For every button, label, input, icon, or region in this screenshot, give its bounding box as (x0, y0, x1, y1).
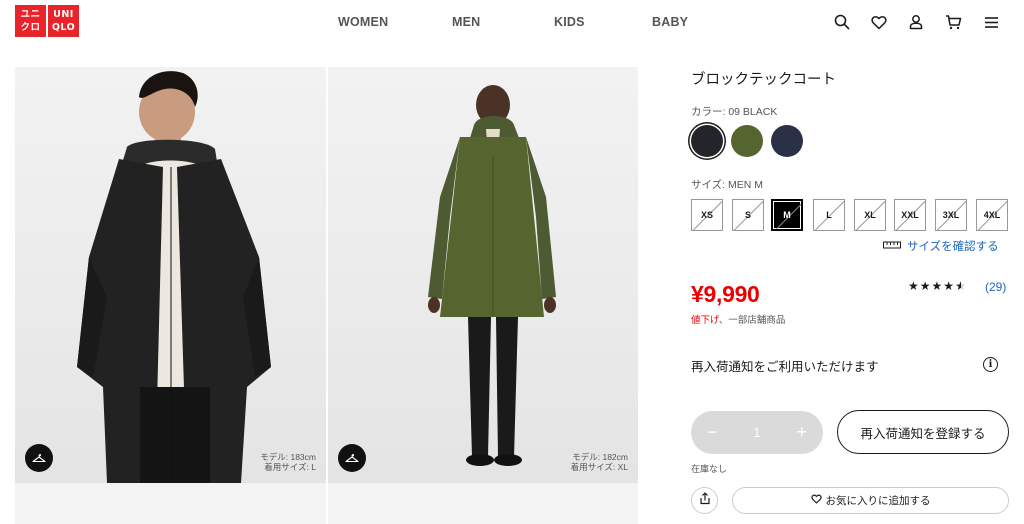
model-height: モデル: 182cm (572, 452, 628, 462)
rating-star: ★ (908, 279, 920, 293)
discount-tag: 値下げ (691, 315, 719, 326)
size-option-xs[interactable]: XS (691, 199, 723, 231)
model-info: モデル: 182cm 着用サイズ: XL (571, 452, 628, 472)
size-option-label: 3XL (942, 210, 960, 220)
model-size: 着用サイズ: XL (570, 462, 628, 472)
share-button[interactable] (691, 487, 718, 514)
product-image-3-partial[interactable] (15, 483, 326, 524)
size-option-label: S (744, 210, 751, 220)
model-figure-olive-coat (428, 85, 556, 466)
size-option-s[interactable]: S (732, 199, 764, 231)
size-option-l[interactable]: L (813, 199, 845, 231)
nav-women[interactable]: WOMEN (338, 15, 388, 29)
product-image-1[interactable]: モデル: 183cm 着用サイズ: L (15, 67, 326, 483)
size-option-3xl[interactable]: 3XL (935, 199, 967, 231)
color-swatch-olive[interactable] (731, 125, 763, 157)
size-option-m[interactable]: M (771, 199, 803, 231)
rating-stars: ★★★★★ (908, 279, 967, 293)
product-image-4-partial[interactable] (328, 483, 638, 524)
size-option-4xl[interactable]: 4XL (976, 199, 1008, 231)
restock-notice: 再入荷通知をご利用いただけます (691, 360, 879, 374)
favorite-label: お気に入りに追加する (825, 495, 931, 507)
nav-men[interactable]: MEN (452, 15, 480, 29)
search-icon[interactable] (832, 12, 852, 32)
discount-rest: 、一部店舗商品 (718, 315, 786, 326)
rating-star: ★ (919, 279, 932, 293)
hanger-icon[interactable] (25, 444, 53, 472)
model-size: 着用サイズ: L (264, 462, 316, 472)
size-option-label: XL (864, 210, 876, 220)
user-icon[interactable] (906, 12, 926, 32)
model-figure-black-coat (77, 71, 271, 483)
quantity-stepper: − 1 + (691, 411, 823, 454)
product-image-2[interactable]: モデル: 182cm 着用サイズ: XL (328, 67, 638, 483)
size-option-label: XXL (901, 210, 919, 220)
quantity-increment-button[interactable]: + (796, 422, 807, 443)
add-to-favorites-button[interactable]: お気に入りに追加する (732, 487, 1009, 514)
size-option-label: L (826, 210, 832, 220)
rating-star: ★ (955, 279, 967, 293)
hanger-icon[interactable] (338, 444, 366, 472)
discount-note: 値下げ、一部店舗商品 (691, 312, 785, 326)
price: ¥9,990 (691, 281, 760, 307)
color-label: カラー: 09 BLACK (691, 106, 778, 118)
quantity-decrement-button[interactable]: − (707, 422, 718, 443)
heart-icon (810, 494, 822, 507)
site-header: ユニ クロ UNI QLO WOMEN MEN KIDS BABY (0, 0, 1024, 46)
rating-star: ★ (931, 279, 944, 293)
quantity-value: 1 (753, 425, 761, 440)
nav-kids[interactable]: KIDS (554, 15, 585, 29)
ruler-icon (883, 240, 901, 252)
model-info: モデル: 183cm 着用サイズ: L (260, 452, 316, 472)
cart-icon[interactable] (943, 12, 963, 32)
menu-icon[interactable] (981, 12, 1001, 32)
restock-register-button[interactable]: 再入荷通知を登録する (837, 410, 1009, 454)
heart-icon[interactable] (869, 12, 889, 32)
size-label: サイズ: MEN M (691, 179, 764, 191)
size-option-label: M (783, 210, 791, 220)
share-icon (699, 491, 711, 510)
size-option-label: 4XL (983, 210, 1001, 220)
model-height: モデル: 183cm (260, 452, 316, 462)
color-swatch-black[interactable] (691, 125, 723, 157)
product-title: ブロックテックコート (691, 72, 836, 88)
size-option-label: XS (700, 210, 713, 220)
stock-status: 在庫なし (691, 464, 728, 474)
rating-star: ★ (943, 279, 956, 293)
info-icon[interactable]: i (983, 357, 998, 372)
size-option-xl[interactable]: XL (854, 199, 886, 231)
color-swatch-navy[interactable] (771, 125, 803, 157)
review-count-link[interactable]: (29) (985, 280, 1006, 294)
nav-baby[interactable]: BABY (652, 15, 688, 29)
size-check-link[interactable]: サイズを確認する (883, 238, 999, 254)
size-option-xxl[interactable]: XXL (894, 199, 926, 231)
size-check-label: サイズを確認する (907, 241, 999, 253)
